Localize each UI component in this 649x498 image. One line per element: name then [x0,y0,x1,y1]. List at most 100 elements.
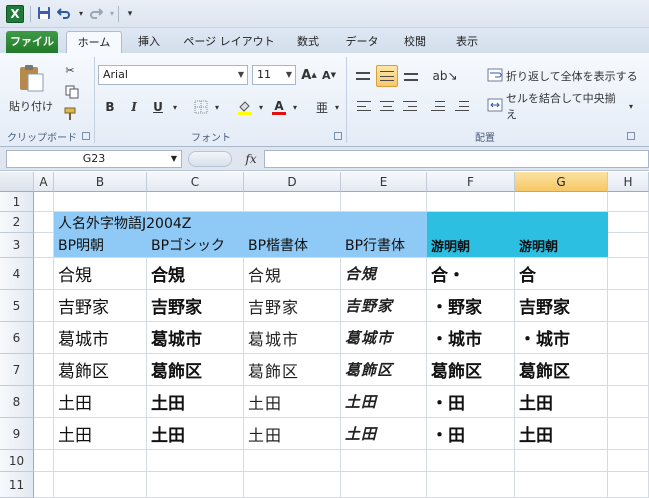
data-cell[interactable]: 葛飾区 [147,354,244,386]
cell[interactable] [341,472,427,498]
row-header[interactable]: 4 [0,258,34,290]
data-cell[interactable]: ・野家 [427,290,515,322]
cell[interactable] [608,472,649,498]
fill-color-icon[interactable] [234,97,256,117]
cell[interactable] [608,258,649,290]
cell[interactable] [34,322,54,354]
column-header-selected[interactable]: G [515,172,608,192]
cell[interactable] [244,450,341,472]
data-cell[interactable]: 葛飾区 [515,354,608,386]
tab-formulas[interactable]: 数式 [288,31,328,53]
font-name-combo[interactable]: Arial ▼ [98,65,248,85]
cell[interactable] [34,192,54,212]
cell[interactable] [608,450,649,472]
align-middle-icon[interactable] [376,65,398,87]
column-header[interactable]: A [34,172,54,192]
header-cell[interactable]: 游明朝 [515,233,608,258]
cell[interactable] [341,192,427,212]
clipboard-launcher-icon[interactable] [82,132,90,140]
paste-button[interactable]: 貼り付け [8,57,54,119]
align-top-icon[interactable] [352,65,374,87]
data-cell[interactable]: 合䂓 [244,258,341,290]
column-header[interactable]: E [341,172,427,192]
data-cell[interactable]: 土田 [341,386,427,418]
tab-insert[interactable]: 挿入 [130,31,168,53]
column-header[interactable]: F [427,172,515,192]
bold-button[interactable]: B [100,97,120,117]
borders-dropdown-icon[interactable]: ▾ [212,97,222,117]
cell[interactable] [34,418,54,450]
cell[interactable] [147,192,244,212]
row-header[interactable]: 7 [0,354,34,386]
tab-page-layout[interactable]: ページ レイアウト [176,31,282,53]
phonetic-dropdown-icon[interactable]: ▾ [332,97,342,117]
row-header[interactable]: 6 [0,322,34,354]
alignment-launcher-icon[interactable] [627,132,635,140]
row-header[interactable]: 1 [0,192,34,212]
align-center-icon[interactable] [376,95,398,117]
cell[interactable] [608,290,649,322]
cell[interactable] [427,192,515,212]
tab-view[interactable]: 表示 [446,31,488,53]
data-cell[interactable]: 合䂓 [147,258,244,290]
cell[interactable] [608,354,649,386]
cell[interactable] [608,322,649,354]
cell[interactable] [34,290,54,322]
data-cell[interactable]: 葛城市 [147,322,244,354]
data-cell[interactable]: 吉野家 [244,290,341,322]
cell[interactable] [54,472,147,498]
data-cell[interactable]: 合 [515,258,608,290]
data-cell[interactable]: ・田 [427,386,515,418]
insert-function-icon[interactable]: fx [240,150,262,168]
row-header[interactable]: 10 [0,450,34,472]
redo-icon[interactable] [88,6,104,22]
cell[interactable] [54,192,147,212]
data-cell[interactable]: 吉野家 [341,290,427,322]
borders-icon[interactable] [190,97,212,117]
data-cell[interactable]: 葛城市 [54,322,147,354]
row-header[interactable]: 2 [0,212,34,233]
cell[interactable] [427,472,515,498]
data-cell[interactable]: 葛飾区 [427,354,515,386]
header-cell[interactable]: BPゴシック [147,233,244,258]
data-cell[interactable]: 土田 [244,418,341,450]
cell[interactable] [34,233,54,258]
font-launcher-icon[interactable] [334,132,342,140]
cell[interactable] [147,450,244,472]
column-header[interactable]: H [608,172,649,192]
row-header[interactable]: 9 [0,418,34,450]
shrink-font-button[interactable]: A ▼ [320,65,338,85]
cell[interactable] [608,192,649,212]
data-cell[interactable]: 吉野家 [147,290,244,322]
cell[interactable] [608,233,649,258]
decrease-indent-icon[interactable] [428,95,450,117]
data-cell[interactable]: 土田 [515,386,608,418]
cell[interactable] [34,386,54,418]
data-cell[interactable]: 葛城市 [244,322,341,354]
tab-home[interactable]: ホーム [66,31,122,53]
header-cell[interactable]: BP明朝 [54,233,147,258]
undo-dropdown-icon[interactable]: ▾ [73,6,89,22]
row-header[interactable]: 3 [0,233,34,258]
data-cell[interactable]: 土田 [515,418,608,450]
data-cell[interactable]: ・田 [427,418,515,450]
cell[interactable] [244,472,341,498]
cell[interactable] [341,450,427,472]
name-box[interactable]: G23 ▼ [6,150,182,168]
save-icon[interactable] [36,6,52,22]
tab-file[interactable]: ファイル [6,31,58,53]
increase-indent-icon[interactable] [452,95,474,117]
font-color-icon[interactable]: A [268,97,290,117]
cell[interactable] [34,472,54,498]
cell[interactable] [515,450,608,472]
wrap-text-button[interactable]: 折り返して全体を表示する [484,65,640,87]
data-cell[interactable]: 合䂓 [54,258,147,290]
cell[interactable] [34,212,54,233]
tab-data[interactable]: データ [338,31,386,53]
underline-dropdown-icon[interactable]: ▾ [170,97,180,117]
cell[interactable] [608,212,649,233]
grow-font-button[interactable]: A ▲ [300,65,318,85]
formula-bar-splitter[interactable] [188,151,232,167]
copy-icon[interactable] [60,83,84,101]
select-all-corner[interactable] [0,172,34,192]
